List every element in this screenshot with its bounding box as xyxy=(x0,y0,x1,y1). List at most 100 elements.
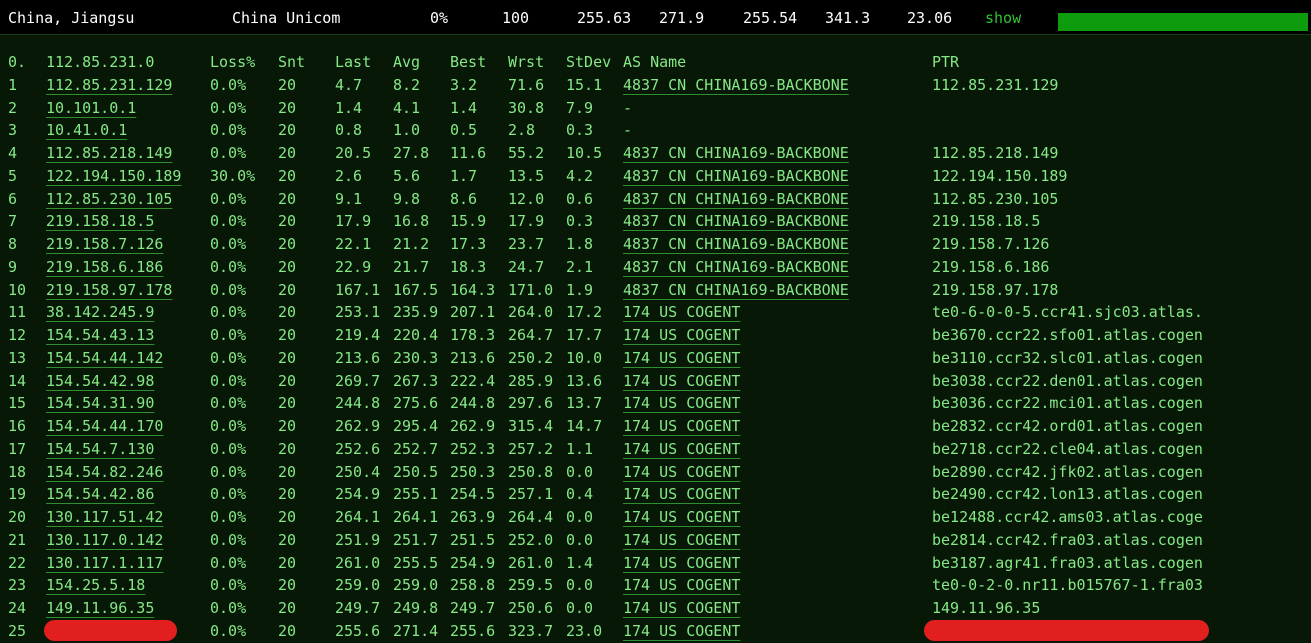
hop-sent: 20 xyxy=(278,439,297,458)
hop-as-link[interactable]: 174 US COGENT xyxy=(623,302,740,322)
hop-number: 25 xyxy=(8,621,27,640)
hop-stdev: 23.0 xyxy=(566,621,603,640)
hop-stdev: 1.9 xyxy=(566,280,594,299)
summary-location: China, Jiangsu xyxy=(8,9,135,27)
hop-ip-link[interactable]: 10.41.0.1 xyxy=(46,120,127,140)
hop-last: 22.9 xyxy=(335,257,372,276)
hop-sent: 20 xyxy=(278,121,297,140)
hop-best: 254.9 xyxy=(450,553,496,572)
hop-ip-link[interactable]: 219.158.18.5 xyxy=(46,211,154,231)
hop-loss: 0.0% xyxy=(210,257,247,276)
hop-avg: 9.8 xyxy=(393,189,421,208)
hop-ip-link[interactable]: 154.54.44.170 xyxy=(46,416,163,436)
hop-as-link[interactable]: 174 US COGENT xyxy=(623,325,740,345)
header-target: 112.85.231.0 xyxy=(46,53,155,71)
hop-as-link[interactable]: 174 US COGENT xyxy=(623,393,740,413)
hop-best: 8.6 xyxy=(450,189,478,208)
hop-ip-link[interactable]: 112.85.218.149 xyxy=(46,143,172,163)
hop-ip-link[interactable]: 219.158.6.186 xyxy=(46,257,163,277)
hop-ip-link[interactable]: 10.101.0.1 xyxy=(46,98,136,118)
hop-ip-link[interactable]: 122.194.150.189 xyxy=(46,166,181,186)
hop-ptr: te0-6-0-0-5.ccr41.sjc03.atlas. xyxy=(932,303,1203,322)
hop-ip-link[interactable]: 130.117.1.117 xyxy=(46,553,163,573)
hop-as-link[interactable]: 174 US COGENT xyxy=(623,462,740,482)
hop-ip-link[interactable]: 154.54.7.130 xyxy=(46,439,154,459)
hop-as-link[interactable]: 4837 CN CHINA169-BACKBONE xyxy=(623,75,849,95)
hop-sent: 20 xyxy=(278,326,297,344)
hop-best: 262.9 xyxy=(450,417,496,435)
hop-avg: 220.4 xyxy=(393,326,439,344)
hop-last: 252.6 xyxy=(335,439,381,458)
table-row: 24 149.11.96.35 0.0% 20 249.7 249.8 249.7 250.6… xyxy=(0,598,1311,621)
hop-sent: 20 xyxy=(278,348,297,367)
hop-best: 207.1 xyxy=(450,303,496,322)
hop-ip-link[interactable]: 154.54.31.90 xyxy=(46,393,154,413)
hop-ip-link[interactable]: 154.54.44.142 xyxy=(46,348,163,368)
hop-stdev: 0.0 xyxy=(566,530,594,549)
hop-worst: 264.4 xyxy=(508,508,554,526)
hop-as-link[interactable]: 174 US COGENT xyxy=(623,575,740,595)
table-row: 22 130.117.1.117 0.0% 20 261.0 255.5 254.9 261.… xyxy=(0,553,1311,576)
hop-as-link[interactable]: 174 US COGENT xyxy=(623,553,740,573)
hop-as-link[interactable]: 4837 CN CHINA169-BACKBONE xyxy=(623,234,849,254)
hop-ip-link[interactable]: 219.158.7.126 xyxy=(46,234,163,254)
hop-stdev: 4.2 xyxy=(566,166,594,185)
hop-ip-link[interactable]: 154.25.5.18 xyxy=(46,575,145,595)
hop-number: 5 xyxy=(8,166,18,185)
table-row: 3 10.41.0.1 0.0% 20 0.8 1.0 0.5 2.8 0.3 - xyxy=(0,120,1311,143)
hop-number: 6 xyxy=(8,189,18,208)
hop-ip-link[interactable]: 154.54.82.246 xyxy=(46,462,163,482)
hop-best: 1.4 xyxy=(450,98,478,117)
hop-as-link[interactable]: 174 US COGENT xyxy=(623,598,740,618)
hop-best: 255.6 xyxy=(450,621,496,640)
hop-avg: 230.3 xyxy=(393,348,439,367)
hop-worst: 323.7 xyxy=(508,621,554,640)
hop-ip-link[interactable]: 219.158.97.178 xyxy=(46,280,172,300)
hop-as-link[interactable]: 174 US COGENT xyxy=(623,416,740,436)
hop-stdev: 10.5 xyxy=(566,144,603,162)
hop-as-link[interactable]: 4837 CN CHINA169-BACKBONE xyxy=(623,189,849,209)
table-row: 23 154.25.5.18 0.0% 20 259.0 259.0 258.8 259.5 0… xyxy=(0,575,1311,598)
hop-ip-link[interactable]: 154.54.42.86 xyxy=(46,484,154,504)
hop-avg: 1.0 xyxy=(393,121,421,140)
table-row: 25 0.0% 20 255.6 271.4 255.6 323.7 23.0 174 US C… xyxy=(0,619,1311,643)
hop-best: 244.8 xyxy=(450,394,496,413)
hop-loss: 0.0% xyxy=(210,485,247,504)
hop-as-link[interactable]: 4837 CN CHINA169-BACKBONE xyxy=(623,166,849,186)
hop-ip-link[interactable]: 130.117.51.42 xyxy=(46,507,163,527)
hop-ip-link[interactable]: 130.117.0.142 xyxy=(46,530,163,550)
show-details-link[interactable]: show xyxy=(985,9,1021,27)
table-row: 1 112.85.231.129 0.0% 20 4.7 8.2 3.2 71.6 15.1 48… xyxy=(0,75,1311,98)
hop-ip-link[interactable]: 149.11.96.35 xyxy=(46,598,154,618)
hop-as-link[interactable]: 174 US COGENT xyxy=(623,371,740,391)
hop-loss: 0.0% xyxy=(210,462,247,481)
hop-ip-link[interactable]: 154.54.43.13 xyxy=(46,325,154,345)
hop-as-link[interactable]: 174 US COGENT xyxy=(623,439,740,459)
hop-worst: 55.2 xyxy=(508,144,545,162)
hop-as-link[interactable]: 174 US COGENT xyxy=(623,484,740,504)
hop-as-link[interactable]: 4837 CN CHINA169-BACKBONE xyxy=(623,143,849,163)
hop-last: 255.6 xyxy=(335,621,381,640)
hop-as-link[interactable]: 174 US COGENT xyxy=(623,507,740,527)
hop-as-link[interactable]: 4837 CN CHINA169-BACKBONE xyxy=(623,257,849,277)
hop-sent: 20 xyxy=(278,530,297,549)
hop-worst: 297.6 xyxy=(508,394,554,413)
hop-ptr: be3187.agr41.fra03.atlas.cogen xyxy=(932,553,1203,572)
hop-as-link[interactable]: 4837 CN CHINA169-BACKBONE xyxy=(623,280,849,300)
hop-loss: 0.0% xyxy=(210,75,247,94)
hop-number: 9 xyxy=(8,257,18,276)
hop-as-link[interactable]: 4837 CN CHINA169-BACKBONE xyxy=(623,211,849,231)
latency-bar xyxy=(1058,13,1308,31)
hop-ip-link[interactable]: 38.142.245.9 xyxy=(46,302,154,322)
hop-sent: 20 xyxy=(278,508,297,526)
hop-ip-link[interactable]: 112.85.230.105 xyxy=(46,189,172,209)
hop-as-link[interactable]: 174 US COGENT xyxy=(623,348,740,368)
hop-ip-link[interactable]: 154.54.42.98 xyxy=(46,371,154,391)
hop-as-link[interactable]: 174 US COGENT xyxy=(623,530,740,550)
hop-as-link[interactable]: 174 US COGENT xyxy=(623,621,740,641)
hop-last: 22.1 xyxy=(335,235,372,253)
header-wrst: Wrst xyxy=(508,53,545,71)
hop-loss: 0.0% xyxy=(210,121,247,140)
hop-ip-link[interactable]: 112.85.231.129 xyxy=(46,75,172,95)
hop-best: 164.3 xyxy=(450,280,496,299)
